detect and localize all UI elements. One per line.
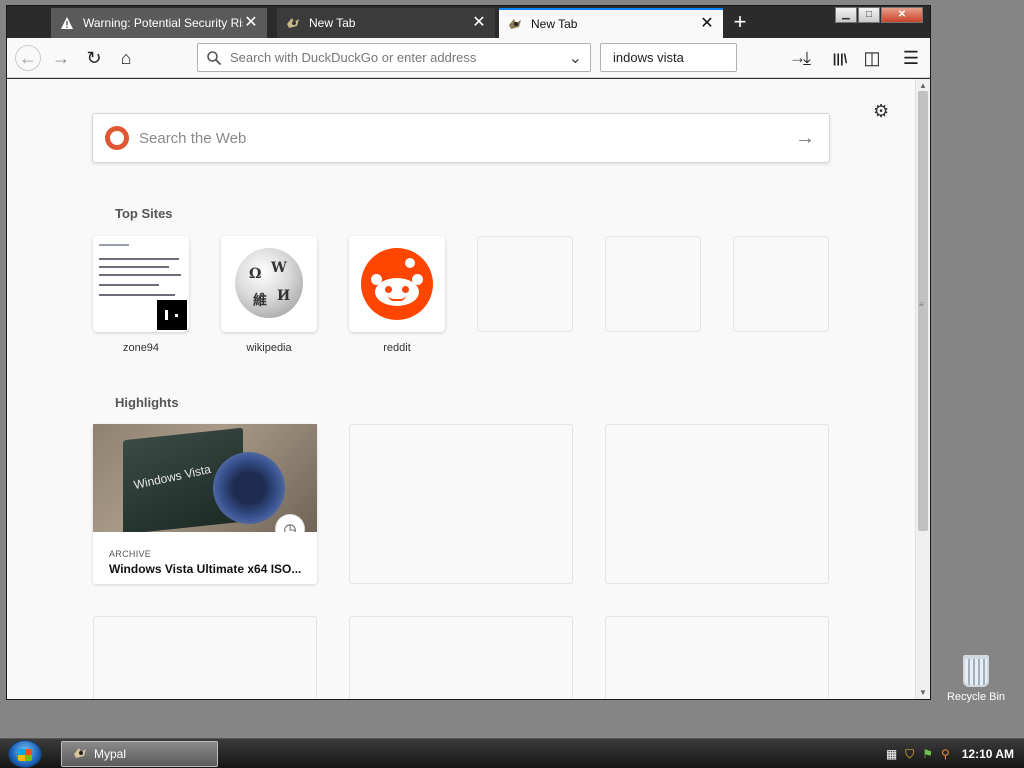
web-search-box[interactable]: → xyxy=(92,113,830,163)
search-icon xyxy=(207,50,222,65)
wikipedia-globe-icon: ΩWИ維 xyxy=(235,248,303,318)
taskbar: Mypal ▦ ⛉ ⚑ ⚲ 12:10 AM xyxy=(0,738,1024,768)
close-window-button[interactable]: ✕ xyxy=(881,7,923,23)
menu-button[interactable]: ☰ xyxy=(898,45,924,71)
back-arrow-icon: ← xyxy=(19,47,37,68)
mypal-icon xyxy=(72,746,88,763)
taskbar-clock[interactable]: 12:10 AM xyxy=(962,747,1014,761)
tab-security-warning[interactable]: Warning: Potential Security Risk ✕ xyxy=(51,8,267,38)
top-site-empty-slot xyxy=(477,236,573,332)
recycle-bin-icon xyxy=(963,655,989,687)
highlight-empty-slot xyxy=(605,424,829,584)
downloads-button[interactable]: ⤓ xyxy=(794,45,820,71)
network-icon[interactable]: ⚑ xyxy=(922,747,933,761)
wikipedia-thumbnail: ΩWИ維 xyxy=(221,236,317,332)
forward-arrow-icon: → xyxy=(52,47,70,68)
library-button[interactable]: |||\ xyxy=(827,45,853,71)
top-site-name: reddit xyxy=(383,342,411,354)
zone94-thumbnail xyxy=(93,236,189,332)
reddit-thumbnail xyxy=(349,236,445,332)
highlight-thumbnail: Windows Vista ◷ xyxy=(93,424,317,532)
highlights-heading: Highlights xyxy=(115,395,179,410)
tab-label: New Tab xyxy=(309,16,356,30)
tab-close-icon[interactable]: ✕ xyxy=(243,15,259,31)
hamburger-menu-icon: ☰ xyxy=(902,47,920,68)
system-tray: ▦ ⛉ ⚑ ⚲ 12:10 AM xyxy=(886,739,1024,768)
highlight-context: ARCHIVE xyxy=(109,549,152,559)
tab-label: New Tab xyxy=(531,17,578,31)
mypal-icon xyxy=(507,16,523,32)
highlight-card[interactable]: Windows Vista ◷ ARCHIVE Windows Vista Ul… xyxy=(93,424,317,584)
sidebar-icon: ◫ xyxy=(863,47,881,68)
zone94-badge-icon xyxy=(155,298,189,332)
top-site-tile[interactable]: zone94 xyxy=(93,236,189,354)
top-site-name: wikipedia xyxy=(246,342,292,354)
scroll-down-icon[interactable]: ▼ xyxy=(919,688,927,697)
home-button[interactable]: ⌂ xyxy=(113,45,139,71)
home-icon: ⌂ xyxy=(120,47,132,68)
top-site-empty-slot xyxy=(605,236,701,332)
clock-icon: ◷ xyxy=(275,514,305,532)
highlight-title: Windows Vista Ultimate x64 ISO... xyxy=(109,562,301,576)
tab-new-tab-active[interactable]: New Tab ✕ xyxy=(499,8,723,38)
top-site-tile[interactable]: ΩWИ維 wikipedia xyxy=(221,236,317,354)
top-site-tile[interactable]: reddit xyxy=(349,236,445,354)
chevron-down-icon[interactable]: ⌄ xyxy=(569,48,582,68)
nav-toolbar: ← → ↻ ⌂ ⌄ → ⤓ |||\ ◫ ☰ xyxy=(7,38,930,78)
back-button[interactable]: ← xyxy=(15,45,41,71)
duckduckgo-icon xyxy=(105,126,129,150)
warning-icon xyxy=(59,15,75,31)
forward-button[interactable]: → xyxy=(48,45,74,71)
top-site-name: zone94 xyxy=(122,342,160,354)
web-search-input[interactable] xyxy=(139,129,795,147)
tab-close-icon[interactable]: ✕ xyxy=(699,16,715,32)
taskbar-app-label: Mypal xyxy=(94,747,127,761)
new-tab-button[interactable]: + xyxy=(729,11,751,34)
maximize-button[interactable]: □ xyxy=(858,7,880,23)
download-icon: ⤓ xyxy=(803,47,811,68)
scroll-up-icon[interactable]: ▲ xyxy=(919,81,927,90)
url-bar[interactable]: ⌄ xyxy=(197,43,591,72)
top-sites-heading: Top Sites xyxy=(115,206,173,221)
highlight-empty-slot xyxy=(349,424,573,584)
minimize-button[interactable]: ▁ xyxy=(835,7,857,23)
recycle-bin-label: Recycle Bin xyxy=(946,691,1006,703)
security-shield-icon[interactable]: ⛉ xyxy=(905,747,914,762)
browser-window: Warning: Potential Security Risk ✕ New T… xyxy=(6,5,931,700)
reddit-logo-icon xyxy=(361,248,433,320)
sidebar-button[interactable]: ◫ xyxy=(859,45,885,71)
reload-button[interactable]: ↻ xyxy=(81,45,107,71)
windows-logo-icon xyxy=(18,749,32,761)
window-controls: ▁ □ ✕ xyxy=(835,7,923,23)
new-tab-page: ⚙ → Top Sites zone94 ΩWИ維 xyxy=(7,79,915,699)
reload-icon: ↻ xyxy=(86,47,102,68)
page-scrollbar[interactable]: ▲ ≡ ▼ xyxy=(915,79,930,699)
library-icon: |||\ xyxy=(832,50,848,66)
search-submit-icon[interactable]: → xyxy=(795,127,815,150)
recycle-bin[interactable]: Recycle Bin xyxy=(944,655,1008,703)
tab-bar: Warning: Potential Security Risk ✕ New T… xyxy=(7,6,930,38)
highlight-empty-slot xyxy=(93,616,317,699)
top-site-empty-slot xyxy=(733,236,829,332)
keyboard-icon[interactable]: ▦ xyxy=(886,747,897,761)
tab-new-tab[interactable]: New Tab ✕ xyxy=(277,8,495,38)
scrollbar-grip-icon: ≡ xyxy=(919,300,924,309)
start-button[interactable] xyxy=(8,740,42,768)
highlight-empty-slot xyxy=(605,616,829,699)
search-bar[interactable]: → xyxy=(600,43,806,72)
gear-icon[interactable]: ⚙ xyxy=(873,101,889,122)
tab-label: Warning: Potential Security Risk xyxy=(83,16,243,30)
highlight-empty-slot xyxy=(349,616,573,699)
mypal-icon xyxy=(285,15,301,31)
scrollbar-thumb[interactable] xyxy=(918,91,928,531)
tab-close-icon[interactable]: ✕ xyxy=(471,15,487,31)
search-input[interactable] xyxy=(613,50,789,65)
url-input[interactable] xyxy=(230,50,569,65)
search-tray-icon[interactable]: ⚲ xyxy=(941,747,950,761)
taskbar-app-button[interactable]: Mypal xyxy=(61,741,218,767)
